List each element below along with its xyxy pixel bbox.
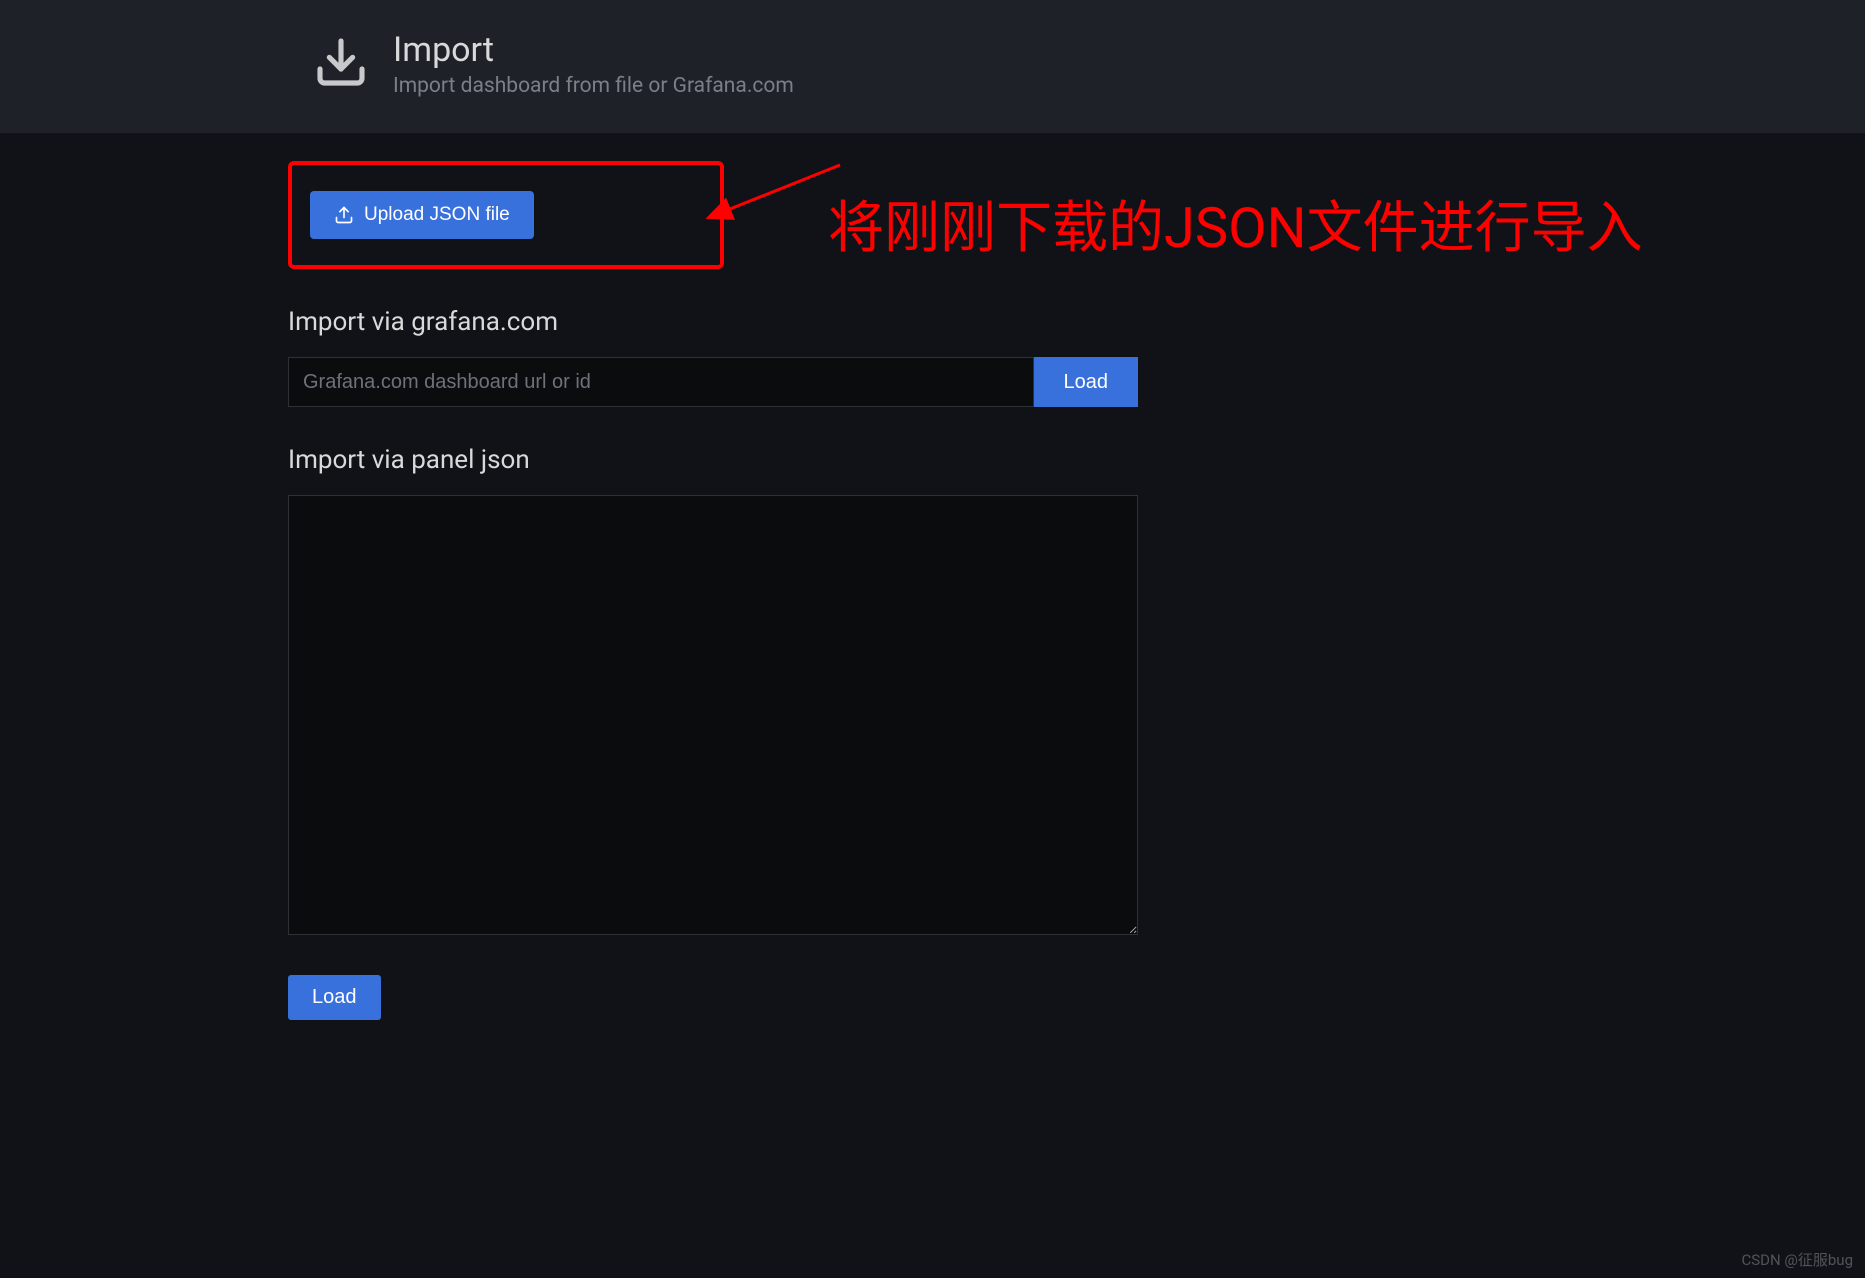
main-content: Upload JSON file Import via grafana.com … — [288, 161, 1138, 1020]
load-button[interactable]: Load — [288, 975, 381, 1020]
upload-button-label: Upload JSON file — [364, 204, 510, 226]
page-title: Import — [393, 30, 794, 70]
import-grafana-label: Import via grafana.com — [288, 307, 1138, 337]
import-panel-json-label: Import via panel json — [288, 445, 1138, 475]
highlight-annotation-box: Upload JSON file — [288, 161, 724, 269]
page-subtitle: Import dashboard from file or Grafana.co… — [393, 74, 794, 98]
import-icon — [313, 34, 369, 94]
grafana-url-input[interactable] — [288, 357, 1034, 407]
page-header: Import Import dashboard from file or Gra… — [0, 0, 1865, 133]
grafana-load-button[interactable]: Load — [1034, 357, 1139, 407]
panel-json-textarea[interactable] — [288, 495, 1138, 935]
upload-json-button[interactable]: Upload JSON file — [310, 191, 534, 239]
watermark: CSDN @征服bug — [1741, 1249, 1853, 1270]
upload-icon — [334, 205, 354, 225]
